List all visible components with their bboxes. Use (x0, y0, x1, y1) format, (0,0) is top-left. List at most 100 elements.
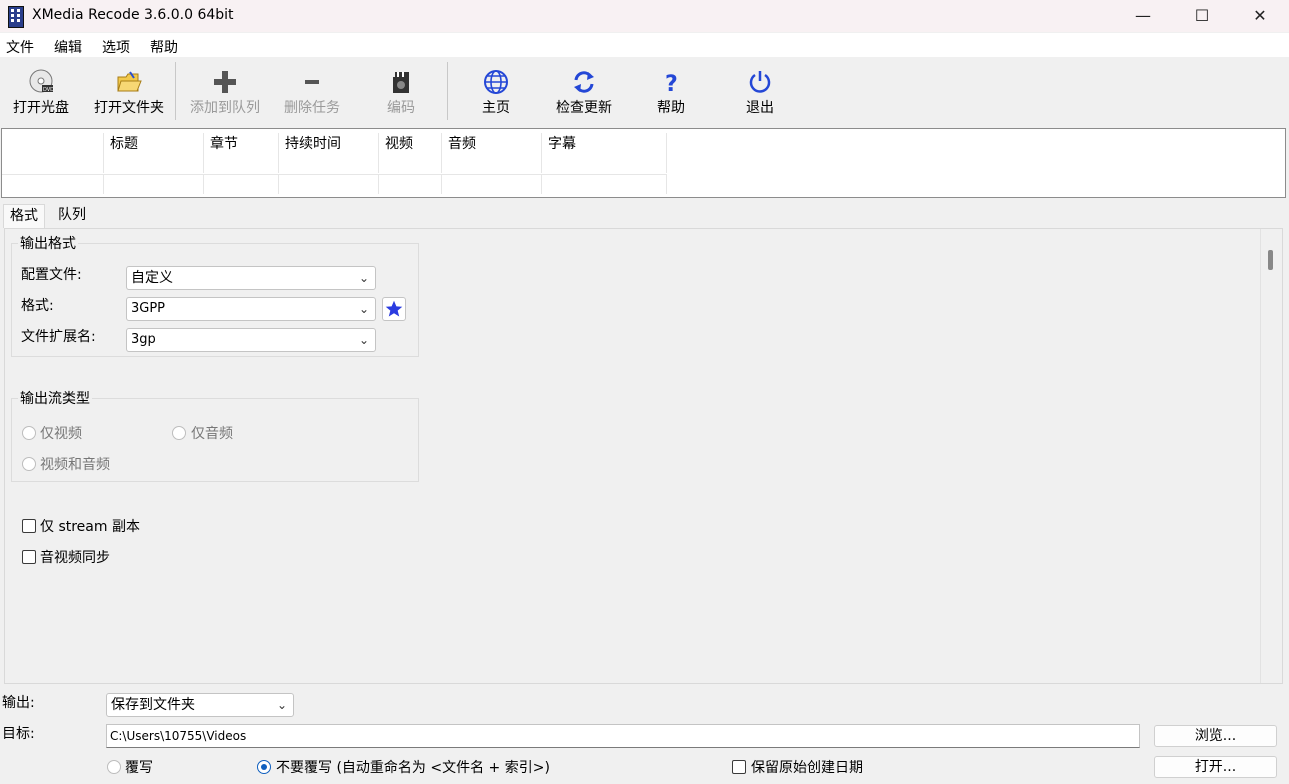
encode-label: 编码 (387, 100, 415, 116)
column-chapter[interactable]: 章节 (204, 133, 279, 173)
help-button[interactable]: ? 帮助 (648, 65, 694, 121)
target-label: 目标: (2, 726, 35, 742)
encode-button[interactable]: 编码 (372, 65, 430, 121)
exit-button[interactable]: 退出 (738, 65, 782, 121)
maximize-button[interactable]: ☐ (1173, 0, 1231, 32)
delete-task-label: 删除任务 (284, 100, 340, 116)
menu-file[interactable]: 文件 (6, 37, 34, 57)
format-tab-panel: 输出格式 配置文件: 自定义 ⌄ 格式: 3GPP ⌄ 文件扩展名: 3gp ⌄… (4, 228, 1283, 684)
profile-label: 配置文件: (21, 267, 82, 283)
open-folder-button[interactable]: 打开文件夹 (88, 65, 170, 121)
open-button[interactable]: 打开... (1154, 756, 1277, 778)
chevron-down-icon: ⌄ (358, 333, 369, 347)
audio-only-radio[interactable] (172, 426, 186, 440)
home-label: 主页 (482, 100, 510, 116)
target-path-input[interactable]: C:\Users\10755\Videos (106, 724, 1140, 748)
extension-select[interactable]: 3gp ⌄ (126, 328, 376, 352)
favorite-button[interactable] (382, 297, 406, 321)
title-bar: XMedia Recode 3.6.0.0 64bit — ☐ ✕ (0, 0, 1289, 32)
format-select[interactable]: 3GPP ⌄ (126, 297, 376, 321)
power-icon (749, 71, 771, 93)
overwrite-radio[interactable] (107, 760, 121, 774)
video-audio-radio[interactable] (22, 457, 36, 471)
tab-queue[interactable]: 队列 (52, 204, 92, 227)
extension-value: 3gp (131, 332, 156, 347)
column-audio[interactable]: 音频 (442, 133, 542, 173)
video-only-label: 仅视频 (40, 426, 82, 442)
toolbar-separator (447, 62, 448, 120)
help-label: 帮助 (657, 100, 685, 116)
overwrite-label: 覆写 (125, 760, 153, 776)
list-row-cell (204, 174, 279, 194)
source-list[interactable]: 标题 章节 持续时间 视频 音频 字幕 (1, 128, 1286, 198)
open-disc-label: 打开光盘 (13, 100, 69, 116)
menu-bar: 文件 编辑 选项 帮助 (0, 33, 1289, 57)
no-overwrite-radio[interactable] (257, 760, 271, 774)
keep-date-checkbox[interactable] (732, 760, 746, 774)
menu-edit[interactable]: 编辑 (54, 37, 82, 57)
audio-only-label: 仅音频 (191, 426, 233, 442)
add-to-queue-label: 添加到队列 (190, 100, 260, 116)
list-row-cell (542, 174, 667, 194)
browse-button[interactable]: 浏览... (1154, 725, 1277, 747)
keep-date-label: 保留原始创建日期 (751, 760, 863, 776)
chevron-down-icon: ⌄ (276, 698, 287, 712)
menu-help[interactable]: 帮助 (150, 37, 178, 57)
open-disc-button[interactable]: DVD 打开光盘 (6, 65, 76, 121)
output-select[interactable]: 保存到文件夹 ⌄ (106, 693, 294, 717)
globe-icon (484, 70, 508, 94)
list-row-cell (104, 174, 204, 194)
minimize-button[interactable]: — (1114, 0, 1172, 32)
output-label: 输出: (2, 695, 35, 711)
film-clapper-icon (393, 72, 409, 93)
window-title: XMedia Recode 3.6.0.0 64bit (32, 7, 234, 23)
check-update-button[interactable]: 检查更新 (548, 65, 620, 121)
av-sync-checkbox[interactable] (22, 550, 36, 564)
check-update-label: 检查更新 (556, 100, 612, 116)
svg-text:DVD: DVD (43, 87, 54, 93)
refresh-icon (574, 71, 594, 93)
no-overwrite-label: 不要覆写 (自动重命名为 <文件名 + 索引>) (276, 760, 550, 776)
output-value: 保存到文件夹 (111, 697, 195, 713)
av-sync-label: 音视频同步 (40, 550, 110, 566)
app-film-icon (8, 6, 24, 28)
list-row-cell (379, 174, 442, 194)
menu-options[interactable]: 选项 (102, 37, 130, 57)
list-row-cell (442, 174, 542, 194)
add-to-queue-button[interactable]: 添加到队列 (184, 65, 266, 121)
chevron-down-icon: ⌄ (358, 271, 369, 285)
tab-format[interactable]: 格式 (3, 204, 45, 228)
format-value: 3GPP (131, 301, 166, 316)
minus-icon (305, 80, 319, 84)
video-audio-label: 视频和音频 (40, 457, 110, 473)
close-button[interactable]: ✕ (1231, 0, 1289, 32)
list-row-cell (279, 174, 379, 194)
profile-value: 自定义 (131, 270, 173, 286)
output-format-title: 输出格式 (18, 233, 78, 253)
scrollbar-track[interactable] (1260, 229, 1261, 683)
svg-text:?: ? (665, 72, 678, 95)
stream-type-title: 输出流类型 (18, 388, 92, 408)
stream-copy-label: 仅 stream 副本 (40, 519, 140, 535)
home-button[interactable]: 主页 (466, 65, 526, 121)
delete-task-button[interactable]: 删除任务 (276, 65, 348, 121)
list-row-cell (2, 174, 104, 194)
scrollbar-thumb[interactable] (1268, 250, 1273, 270)
exit-label: 退出 (746, 100, 774, 116)
open-folder-label: 打开文件夹 (94, 100, 164, 116)
column-subtitle[interactable]: 字幕 (542, 133, 667, 173)
video-only-radio[interactable] (22, 426, 36, 440)
column-title[interactable]: 标题 (104, 133, 204, 173)
column-duration[interactable]: 持续时间 (279, 133, 379, 173)
chevron-down-icon: ⌄ (358, 302, 369, 316)
toolbar: DVD 打开光盘 打开文件夹 添加到队列 删除任务 编码 主页 检查更新 ? 帮… (0, 57, 1289, 124)
folder-icon (117, 71, 142, 92)
stream-copy-checkbox[interactable] (22, 519, 36, 533)
format-label: 格式: (21, 298, 54, 314)
extension-label: 文件扩展名: (21, 329, 96, 345)
question-mark-icon: ? (665, 72, 678, 95)
star-icon (385, 300, 403, 317)
profile-select[interactable]: 自定义 ⌄ (126, 266, 376, 290)
plus-icon (214, 71, 236, 93)
column-video[interactable]: 视频 (379, 133, 442, 173)
